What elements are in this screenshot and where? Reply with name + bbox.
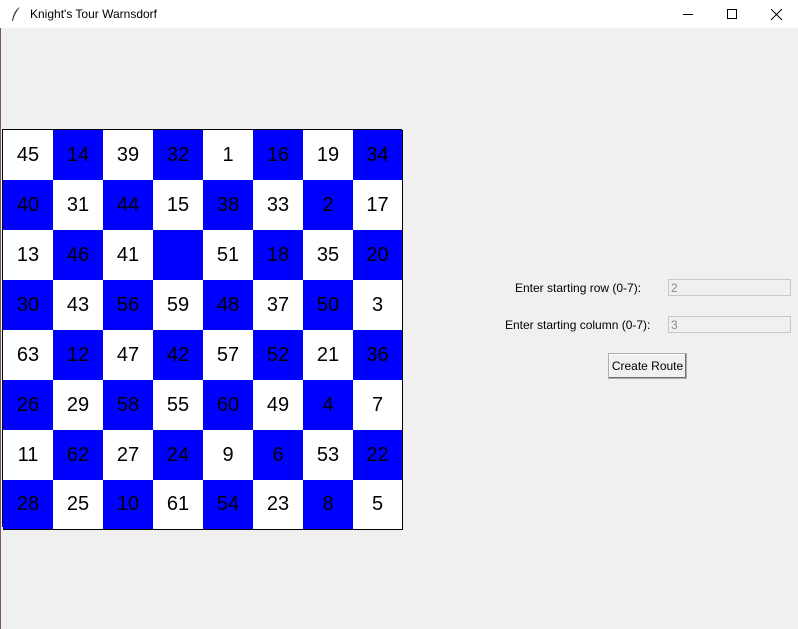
board-cell: 1	[203, 130, 253, 180]
board-cell: 22	[353, 430, 403, 480]
board-cell: 11	[3, 430, 53, 480]
board-cell: 40	[3, 180, 53, 230]
board-cell: 38	[203, 180, 253, 230]
board-cell: 45	[3, 130, 53, 180]
board-cell: 7	[353, 380, 403, 430]
board-cell: 33	[253, 180, 303, 230]
board-cell: 8	[303, 480, 353, 530]
board-cell: 60	[203, 380, 253, 430]
chessboard-canvas: 45 14 39 32 1 16 19 34 40 31 44 15 38 33 2 17 13 46 41 51 18…	[2, 129, 403, 530]
board-cell: 42	[153, 330, 203, 380]
board-cell: 15	[153, 180, 203, 230]
board-cell: 54	[203, 480, 253, 530]
row-label: Enter starting row (0-7):	[515, 281, 642, 295]
board-cell: 2	[303, 180, 353, 230]
board-cell: 23	[253, 480, 303, 530]
maximize-icon	[727, 9, 737, 19]
board-cell: 39	[103, 130, 153, 180]
board-cell: 31	[53, 180, 103, 230]
board-cell: 48	[203, 280, 253, 330]
board-cell: 34	[353, 130, 403, 180]
feather-icon	[12, 7, 20, 21]
board-cell	[153, 230, 203, 280]
board-cell: 24	[153, 430, 203, 480]
board-cell: 14	[53, 130, 103, 180]
board-cell: 12	[53, 330, 103, 380]
close-icon	[770, 8, 782, 20]
title-bar: Knight's Tour Warnsdorf	[0, 0, 798, 28]
board-cell: 21	[303, 330, 353, 380]
board-cell: 5	[353, 480, 403, 530]
row-input[interactable]	[668, 279, 791, 296]
board-cell: 37	[253, 280, 303, 330]
board-cell: 61	[153, 480, 203, 530]
window-edge	[0, 28, 1, 629]
board-cell: 63	[3, 330, 53, 380]
board-cell: 20	[353, 230, 403, 280]
board-cell: 43	[53, 280, 103, 330]
column-input[interactable]	[668, 316, 791, 333]
board-cell: 25	[53, 480, 103, 530]
board-cell: 13	[3, 230, 53, 280]
board-cell: 19	[303, 130, 353, 180]
board-cell: 53	[303, 430, 353, 480]
board-cell: 62	[53, 430, 103, 480]
board-cell: 58	[103, 380, 153, 430]
window-title: Knight's Tour Warnsdorf	[30, 7, 158, 21]
board-cell: 18	[253, 230, 303, 280]
close-button[interactable]	[753, 0, 798, 28]
board-cell: 32	[153, 130, 203, 180]
maximize-button[interactable]	[709, 0, 755, 28]
board-cell: 52	[253, 330, 303, 380]
board-cell: 28	[3, 480, 53, 530]
minimize-button[interactable]	[665, 0, 711, 28]
board-cell: 29	[53, 380, 103, 430]
board-cell: 46	[53, 230, 103, 280]
board-cell: 30	[3, 280, 53, 330]
board-cell: 50	[303, 280, 353, 330]
board-cell: 6	[253, 430, 303, 480]
column-label: Enter starting column (0-7):	[505, 318, 651, 332]
board-cell: 9	[203, 430, 253, 480]
board-cell: 49	[253, 380, 303, 430]
board-cell: 51	[203, 230, 253, 280]
board-cell: 27	[103, 430, 153, 480]
board-cell: 17	[353, 180, 403, 230]
create-route-button[interactable]: Create Route	[608, 353, 687, 379]
board-cell: 36	[353, 330, 403, 380]
board-cell: 41	[103, 230, 153, 280]
board-cell: 16	[253, 130, 303, 180]
board-cell: 10	[103, 480, 153, 530]
board-cell: 35	[303, 230, 353, 280]
board-cell: 57	[203, 330, 253, 380]
board-cell: 3	[353, 280, 403, 330]
board-cell: 4	[303, 380, 353, 430]
board-cell: 56	[103, 280, 153, 330]
minimize-icon	[683, 14, 693, 15]
board-cell: 26	[3, 380, 53, 430]
board-cell: 47	[103, 330, 153, 380]
board-cell: 44	[103, 180, 153, 230]
board-cell: 55	[153, 380, 203, 430]
board-cell: 59	[153, 280, 203, 330]
